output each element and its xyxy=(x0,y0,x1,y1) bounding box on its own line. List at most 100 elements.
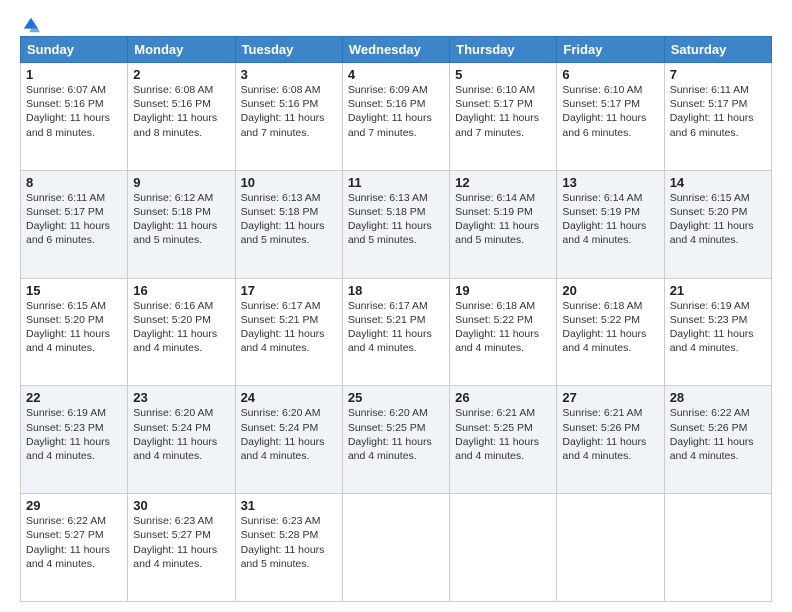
day-info: Sunrise: 6:15 AMSunset: 5:20 PMDaylight:… xyxy=(26,300,110,355)
day-number: 1 xyxy=(26,67,122,82)
day-number: 18 xyxy=(348,283,444,298)
day-number: 31 xyxy=(241,498,337,513)
calendar-cell xyxy=(450,494,557,602)
calendar-cell xyxy=(557,494,664,602)
calendar-cell: 8 Sunrise: 6:11 AMSunset: 5:17 PMDayligh… xyxy=(21,170,128,278)
calendar-cell: 4 Sunrise: 6:09 AMSunset: 5:16 PMDayligh… xyxy=(342,63,449,171)
day-number: 17 xyxy=(241,283,337,298)
calendar-table: SundayMondayTuesdayWednesdayThursdayFrid… xyxy=(20,36,772,602)
day-info: Sunrise: 6:23 AMSunset: 5:27 PMDaylight:… xyxy=(133,515,217,570)
day-info: Sunrise: 6:17 AMSunset: 5:21 PMDaylight:… xyxy=(241,300,325,355)
logo xyxy=(20,16,40,30)
day-info: Sunrise: 6:21 AMSunset: 5:26 PMDaylight:… xyxy=(562,407,646,462)
day-number: 23 xyxy=(133,390,229,405)
calendar-cell: 29 Sunrise: 6:22 AMSunset: 5:27 PMDaylig… xyxy=(21,494,128,602)
calendar-cell: 15 Sunrise: 6:15 AMSunset: 5:20 PMDaylig… xyxy=(21,278,128,386)
day-info: Sunrise: 6:10 AMSunset: 5:17 PMDaylight:… xyxy=(455,84,539,139)
calendar-cell: 23 Sunrise: 6:20 AMSunset: 5:24 PMDaylig… xyxy=(128,386,235,494)
day-info: Sunrise: 6:19 AMSunset: 5:23 PMDaylight:… xyxy=(26,407,110,462)
day-number: 19 xyxy=(455,283,551,298)
calendar-cell: 17 Sunrise: 6:17 AMSunset: 5:21 PMDaylig… xyxy=(235,278,342,386)
day-info: Sunrise: 6:08 AMSunset: 5:16 PMDaylight:… xyxy=(241,84,325,139)
calendar-cell: 11 Sunrise: 6:13 AMSunset: 5:18 PMDaylig… xyxy=(342,170,449,278)
day-number: 20 xyxy=(562,283,658,298)
calendar-cell: 7 Sunrise: 6:11 AMSunset: 5:17 PMDayligh… xyxy=(664,63,771,171)
calendar-cell: 31 Sunrise: 6:23 AMSunset: 5:28 PMDaylig… xyxy=(235,494,342,602)
calendar-cell: 10 Sunrise: 6:13 AMSunset: 5:18 PMDaylig… xyxy=(235,170,342,278)
calendar-cell: 13 Sunrise: 6:14 AMSunset: 5:19 PMDaylig… xyxy=(557,170,664,278)
day-info: Sunrise: 6:22 AMSunset: 5:27 PMDaylight:… xyxy=(26,515,110,570)
calendar-cell: 24 Sunrise: 6:20 AMSunset: 5:24 PMDaylig… xyxy=(235,386,342,494)
day-info: Sunrise: 6:08 AMSunset: 5:16 PMDaylight:… xyxy=(133,84,217,139)
day-info: Sunrise: 6:23 AMSunset: 5:28 PMDaylight:… xyxy=(241,515,325,570)
calendar-cell: 25 Sunrise: 6:20 AMSunset: 5:25 PMDaylig… xyxy=(342,386,449,494)
calendar-cell: 19 Sunrise: 6:18 AMSunset: 5:22 PMDaylig… xyxy=(450,278,557,386)
calendar-cell: 9 Sunrise: 6:12 AMSunset: 5:18 PMDayligh… xyxy=(128,170,235,278)
day-info: Sunrise: 6:14 AMSunset: 5:19 PMDaylight:… xyxy=(562,192,646,247)
day-number: 29 xyxy=(26,498,122,513)
calendar-week-row: 22 Sunrise: 6:19 AMSunset: 5:23 PMDaylig… xyxy=(21,386,772,494)
day-info: Sunrise: 6:18 AMSunset: 5:22 PMDaylight:… xyxy=(455,300,539,355)
day-info: Sunrise: 6:12 AMSunset: 5:18 PMDaylight:… xyxy=(133,192,217,247)
day-number: 2 xyxy=(133,67,229,82)
day-info: Sunrise: 6:18 AMSunset: 5:22 PMDaylight:… xyxy=(562,300,646,355)
day-info: Sunrise: 6:16 AMSunset: 5:20 PMDaylight:… xyxy=(133,300,217,355)
calendar-cell xyxy=(664,494,771,602)
day-info: Sunrise: 6:20 AMSunset: 5:24 PMDaylight:… xyxy=(241,407,325,462)
day-header-tuesday: Tuesday xyxy=(235,37,342,63)
calendar-cell: 20 Sunrise: 6:18 AMSunset: 5:22 PMDaylig… xyxy=(557,278,664,386)
day-number: 14 xyxy=(670,175,766,190)
day-info: Sunrise: 6:21 AMSunset: 5:25 PMDaylight:… xyxy=(455,407,539,462)
calendar-week-row: 29 Sunrise: 6:22 AMSunset: 5:27 PMDaylig… xyxy=(21,494,772,602)
day-info: Sunrise: 6:10 AMSunset: 5:17 PMDaylight:… xyxy=(562,84,646,139)
day-number: 27 xyxy=(562,390,658,405)
calendar-cell: 14 Sunrise: 6:15 AMSunset: 5:20 PMDaylig… xyxy=(664,170,771,278)
calendar-cell: 18 Sunrise: 6:17 AMSunset: 5:21 PMDaylig… xyxy=(342,278,449,386)
calendar-cell: 30 Sunrise: 6:23 AMSunset: 5:27 PMDaylig… xyxy=(128,494,235,602)
calendar-cell: 16 Sunrise: 6:16 AMSunset: 5:20 PMDaylig… xyxy=(128,278,235,386)
day-info: Sunrise: 6:11 AMSunset: 5:17 PMDaylight:… xyxy=(670,84,754,139)
day-number: 26 xyxy=(455,390,551,405)
day-number: 28 xyxy=(670,390,766,405)
day-number: 4 xyxy=(348,67,444,82)
calendar-cell: 2 Sunrise: 6:08 AMSunset: 5:16 PMDayligh… xyxy=(128,63,235,171)
calendar-cell: 1 Sunrise: 6:07 AMSunset: 5:16 PMDayligh… xyxy=(21,63,128,171)
day-number: 15 xyxy=(26,283,122,298)
day-number: 22 xyxy=(26,390,122,405)
calendar-cell: 6 Sunrise: 6:10 AMSunset: 5:17 PMDayligh… xyxy=(557,63,664,171)
calendar-cell: 12 Sunrise: 6:14 AMSunset: 5:19 PMDaylig… xyxy=(450,170,557,278)
logo-icon xyxy=(22,16,40,34)
day-number: 5 xyxy=(455,67,551,82)
day-info: Sunrise: 6:19 AMSunset: 5:23 PMDaylight:… xyxy=(670,300,754,355)
day-number: 3 xyxy=(241,67,337,82)
day-number: 16 xyxy=(133,283,229,298)
day-info: Sunrise: 6:14 AMSunset: 5:19 PMDaylight:… xyxy=(455,192,539,247)
day-number: 7 xyxy=(670,67,766,82)
day-header-wednesday: Wednesday xyxy=(342,37,449,63)
day-number: 8 xyxy=(26,175,122,190)
page: SundayMondayTuesdayWednesdayThursdayFrid… xyxy=(0,0,792,612)
day-number: 24 xyxy=(241,390,337,405)
day-number: 10 xyxy=(241,175,337,190)
day-info: Sunrise: 6:07 AMSunset: 5:16 PMDaylight:… xyxy=(26,84,110,139)
day-info: Sunrise: 6:17 AMSunset: 5:21 PMDaylight:… xyxy=(348,300,432,355)
calendar-week-row: 8 Sunrise: 6:11 AMSunset: 5:17 PMDayligh… xyxy=(21,170,772,278)
calendar-cell xyxy=(342,494,449,602)
calendar-cell: 21 Sunrise: 6:19 AMSunset: 5:23 PMDaylig… xyxy=(664,278,771,386)
day-number: 9 xyxy=(133,175,229,190)
day-number: 13 xyxy=(562,175,658,190)
calendar-cell: 3 Sunrise: 6:08 AMSunset: 5:16 PMDayligh… xyxy=(235,63,342,171)
day-info: Sunrise: 6:09 AMSunset: 5:16 PMDaylight:… xyxy=(348,84,432,139)
day-header-saturday: Saturday xyxy=(664,37,771,63)
calendar-week-row: 1 Sunrise: 6:07 AMSunset: 5:16 PMDayligh… xyxy=(21,63,772,171)
day-info: Sunrise: 6:22 AMSunset: 5:26 PMDaylight:… xyxy=(670,407,754,462)
calendar-cell: 28 Sunrise: 6:22 AMSunset: 5:26 PMDaylig… xyxy=(664,386,771,494)
day-info: Sunrise: 6:15 AMSunset: 5:20 PMDaylight:… xyxy=(670,192,754,247)
day-number: 21 xyxy=(670,283,766,298)
calendar-cell: 5 Sunrise: 6:10 AMSunset: 5:17 PMDayligh… xyxy=(450,63,557,171)
calendar-header-row: SundayMondayTuesdayWednesdayThursdayFrid… xyxy=(21,37,772,63)
day-info: Sunrise: 6:13 AMSunset: 5:18 PMDaylight:… xyxy=(348,192,432,247)
day-header-sunday: Sunday xyxy=(21,37,128,63)
day-header-thursday: Thursday xyxy=(450,37,557,63)
day-info: Sunrise: 6:20 AMSunset: 5:25 PMDaylight:… xyxy=(348,407,432,462)
